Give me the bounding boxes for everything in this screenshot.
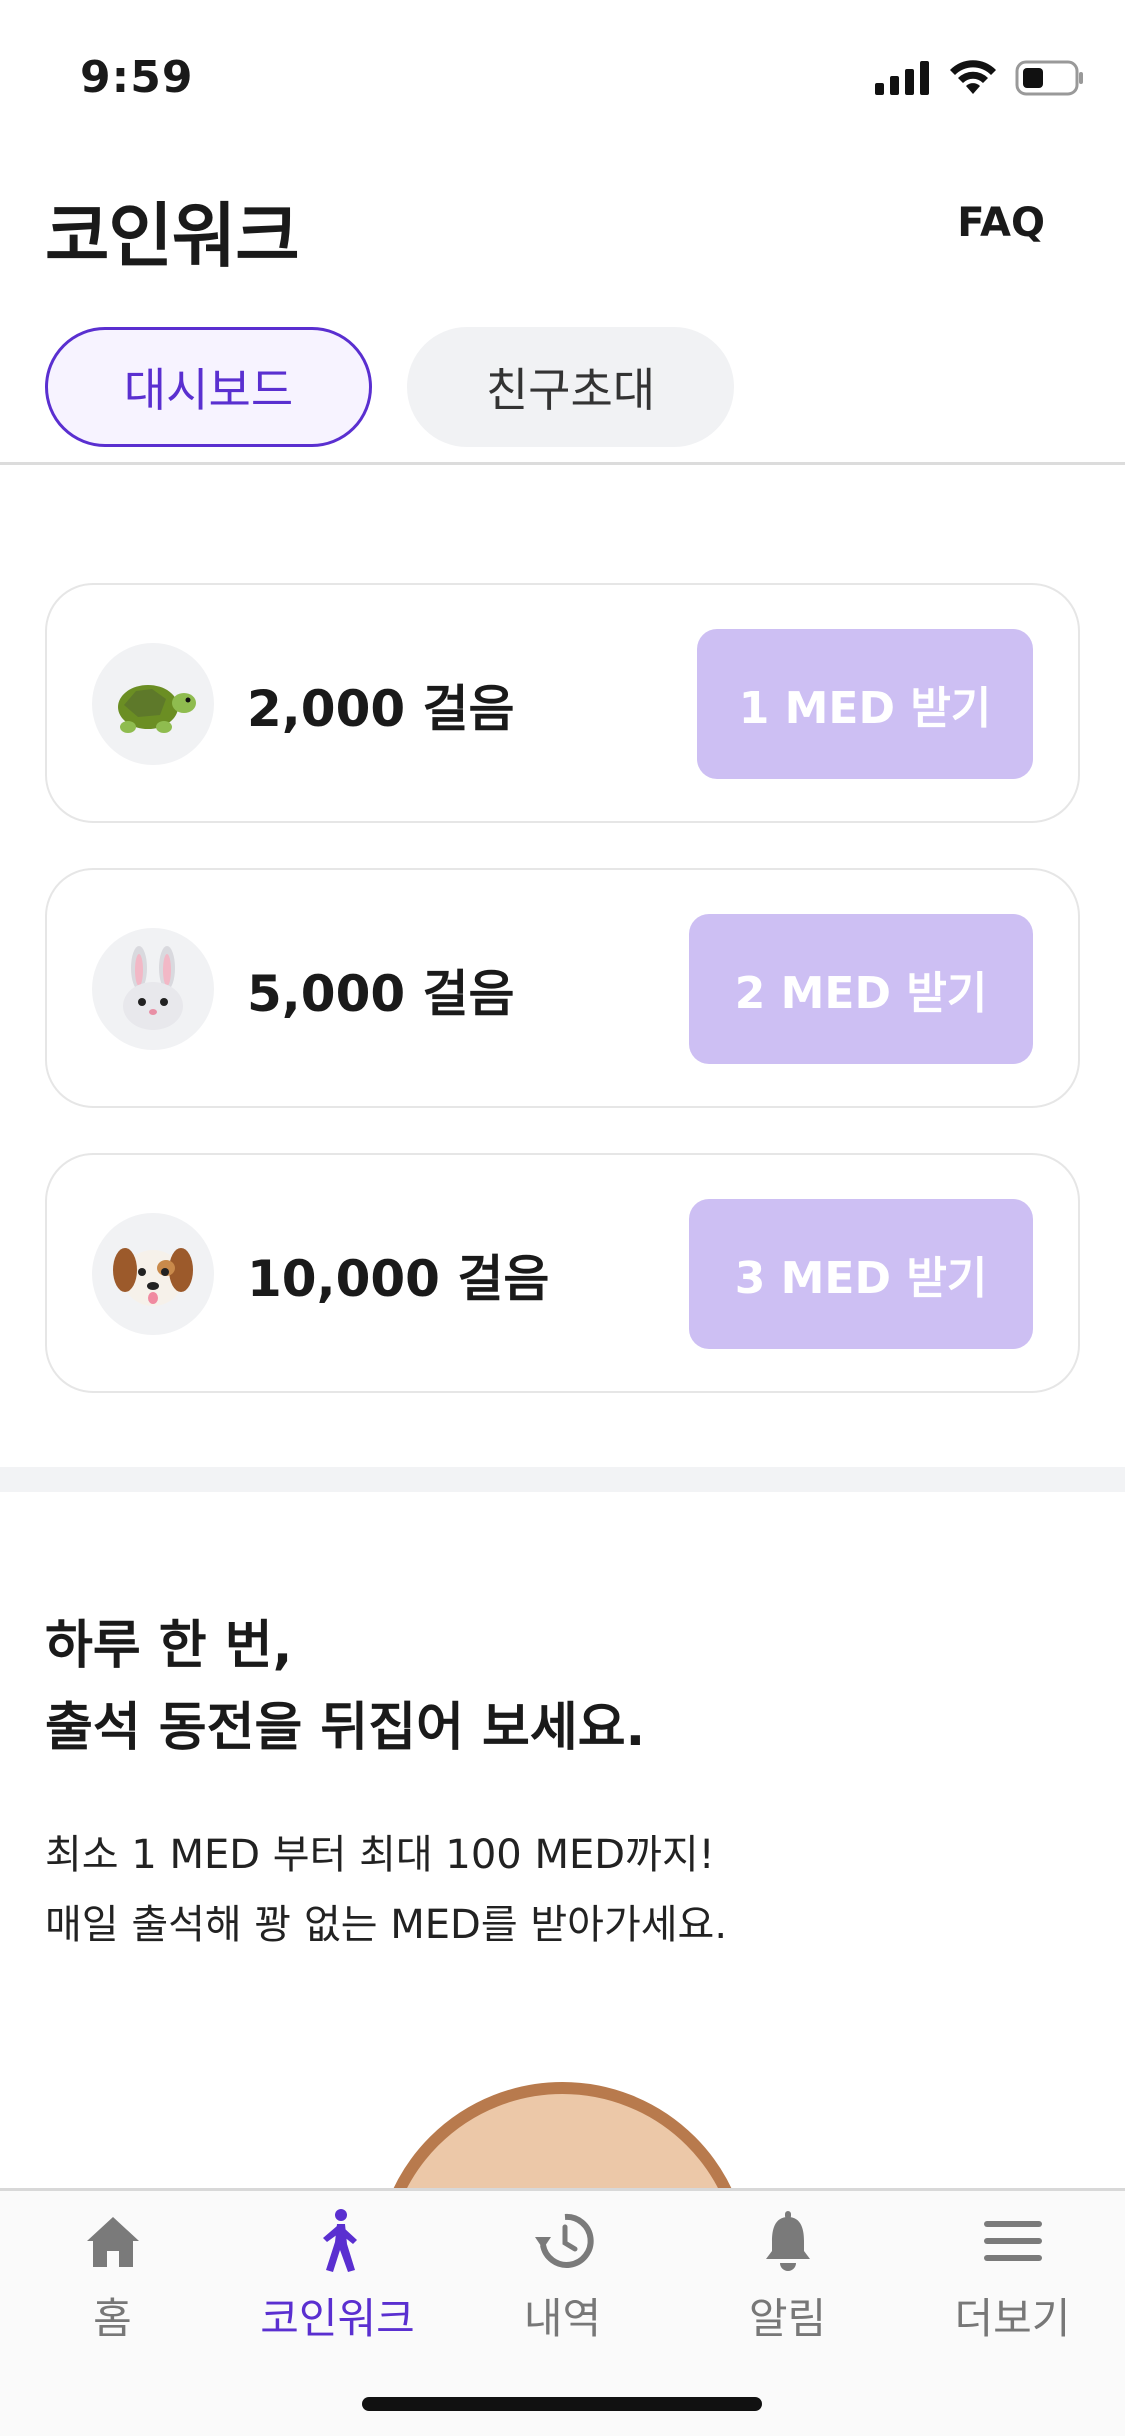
bell-icon bbox=[756, 2209, 820, 2273]
walking-icon bbox=[306, 2209, 370, 2273]
attendance-title-line2: 출석 동전을 뒤집어 보세요. bbox=[45, 1698, 646, 1758]
steps-label: 2,000 걸음 bbox=[247, 680, 515, 738]
tab-invite-friends[interactable]: 친구초대 bbox=[407, 327, 734, 447]
steps-label: 5,000 걸음 bbox=[247, 965, 515, 1023]
nav-notifications-label: 알림 bbox=[748, 2294, 827, 2343]
reward-card-2000: 2,000 걸음 1 MED 받기 bbox=[45, 583, 1080, 823]
nav-notifications[interactable]: 알림 bbox=[675, 2209, 900, 2346]
status-time: 9:59 bbox=[80, 52, 194, 103]
home-indicator bbox=[362, 2397, 762, 2411]
attendance-title-line1: 하루 한 번, bbox=[45, 1616, 293, 1676]
claim-1-med-button[interactable]: 1 MED 받기 bbox=[697, 629, 1033, 779]
home-icon bbox=[81, 2209, 145, 2273]
rabbit-icon bbox=[92, 928, 214, 1050]
section-divider bbox=[0, 1467, 1125, 1492]
nav-home[interactable]: 홈 bbox=[0, 2209, 225, 2346]
cellular-signal-icon bbox=[875, 61, 931, 99]
wifi-icon bbox=[949, 60, 997, 100]
attendance-desc-line1: 최소 1 MED 부터 최대 100 MED까지! bbox=[45, 1832, 715, 1878]
nav-coinwalk-label: 코인워크 bbox=[260, 2294, 415, 2343]
faq-link[interactable]: FAQ bbox=[957, 200, 1045, 246]
nav-history[interactable]: 내역 bbox=[450, 2209, 675, 2346]
history-icon bbox=[531, 2209, 595, 2273]
nav-more-label: 더보기 bbox=[954, 2294, 1071, 2343]
page-title: 코인워크 bbox=[45, 195, 300, 277]
nav-more[interactable]: 더보기 bbox=[900, 2209, 1125, 2346]
claim-3-med-button[interactable]: 3 MED 받기 bbox=[689, 1199, 1033, 1349]
menu-icon bbox=[981, 2209, 1045, 2273]
dog-icon bbox=[92, 1213, 214, 1335]
turtle-icon bbox=[92, 643, 214, 765]
nav-coinwalk[interactable]: 코인워크 bbox=[225, 2209, 450, 2346]
tab-dashboard[interactable]: 대시보드 bbox=[45, 327, 372, 447]
tabs-divider bbox=[0, 462, 1125, 465]
nav-history-label: 내역 bbox=[523, 2294, 602, 2343]
reward-card-10000: 10,000 걸음 3 MED 받기 bbox=[45, 1153, 1080, 1393]
status-bar: 9:59 bbox=[0, 0, 1125, 150]
attendance-description: 최소 1 MED 부터 최대 100 MED까지! 매일 출석해 꽝 없는 ME… bbox=[45, 1820, 727, 1960]
attendance-title: 하루 한 번, 출석 동전을 뒤집어 보세요. bbox=[45, 1605, 645, 1769]
status-icons bbox=[875, 60, 1085, 100]
nav-home-label: 홈 bbox=[93, 2294, 132, 2343]
steps-label: 10,000 걸음 bbox=[247, 1250, 550, 1308]
battery-icon bbox=[1015, 60, 1085, 100]
reward-card-5000: 5,000 걸음 2 MED 받기 bbox=[45, 868, 1080, 1108]
attendance-desc-line2: 매일 출석해 꽝 없는 MED를 받아가세요. bbox=[45, 1902, 728, 1948]
claim-2-med-button[interactable]: 2 MED 받기 bbox=[689, 914, 1033, 1064]
